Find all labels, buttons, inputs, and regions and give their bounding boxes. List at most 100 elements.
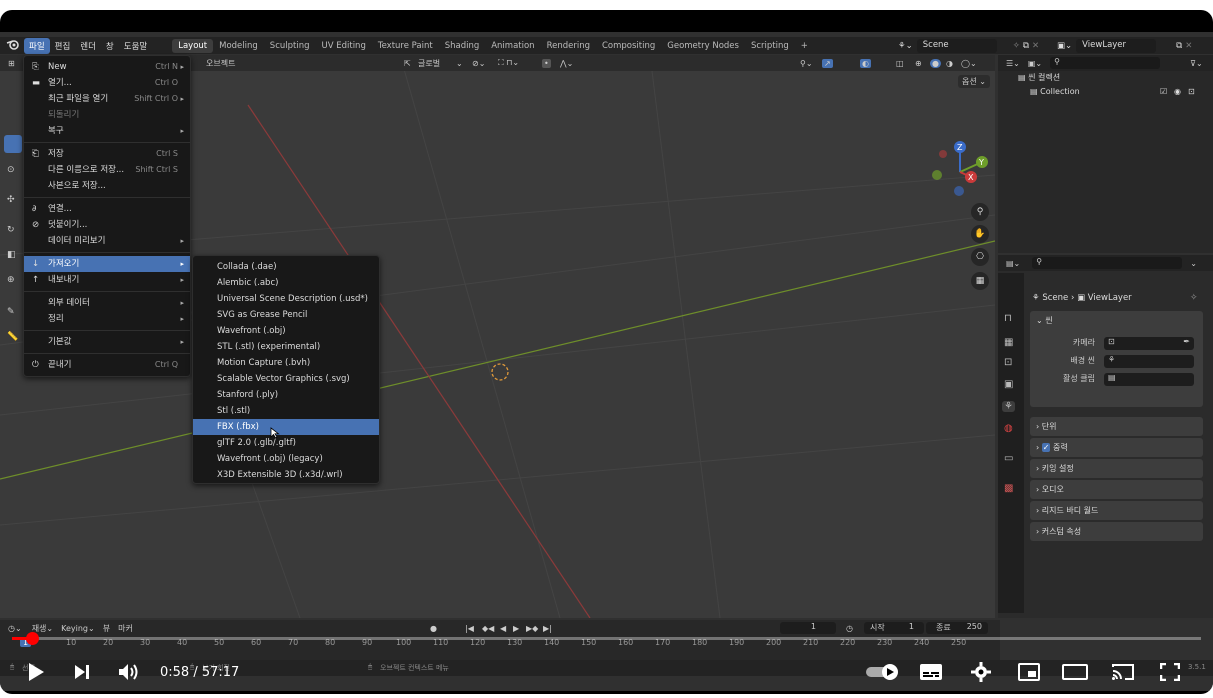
output-tab-icon[interactable]: ⊡ [1004,357,1012,368]
workspace-tab-layout[interactable]: Layout [172,38,214,53]
viewlayer-name-field[interactable]: ViewLayer [1076,38,1157,53]
custom-properties-panel[interactable]: › 커스텀 속성 [1030,522,1203,541]
blender-logo-icon[interactable] [6,38,24,53]
import-svg[interactable]: Scalable Vector Graphics (.svg) [193,371,379,387]
record-button[interactable]: ● [430,624,437,633]
menu-item-new[interactable]: ⎘ New Ctrl N ▸ [24,59,190,75]
render-tab-icon[interactable]: ▦ [1004,337,1013,348]
editor-type-icon[interactable]: ⊞ [8,59,15,68]
play-button[interactable]: ▶ [513,624,519,633]
filter-icon[interactable]: ⊽⌄ [1190,59,1203,68]
workspace-tab-animation[interactable]: Animation [485,39,540,53]
overlay-toggle-icon[interactable]: ◐ [860,58,871,68]
navigation-gizmo[interactable]: Z Y X [925,137,995,207]
display-mode-icon[interactable]: ▣⌄ [1028,59,1042,68]
workspace-tab-scripting[interactable]: Scripting [745,39,795,53]
new-scene-icon[interactable]: ⧉ [1023,41,1029,51]
menu-item-defaults[interactable]: 기본값 ▸ [24,334,190,350]
rendered-shading-icon[interactable]: ◯⌄ [961,59,977,68]
cursor-tool-icon[interactable]: ⊙ [7,165,15,175]
import-gltf[interactable]: glTF 2.0 (.glb/.gltf) [193,435,379,451]
video-player[interactable]: 파일 편집 렌더 창 도움말 Layout Modeling Sculpting… [0,10,1213,694]
pin-icon[interactable]: ✧ [1013,41,1020,51]
cast-button[interactable] [1108,650,1138,694]
visibility-icon[interactable]: ⚲⌄ [800,59,813,68]
checkbox-icon[interactable]: ☑ [1160,85,1167,99]
world-tab-icon[interactable]: ◍ [1004,423,1013,434]
move-tool-icon[interactable]: ✣ [7,195,15,205]
outliner-row-collection[interactable]: ▤ Collection ☑ ◉ ⊡ [998,85,1213,99]
annotate-tool-icon[interactable]: ✎ [7,307,15,317]
gravity-panel[interactable]: › ✓ 중력 [1030,438,1203,457]
progress-scrubber[interactable] [26,632,39,645]
background-scene-field[interactable]: ⚘ [1104,355,1194,368]
close-scene-icon[interactable]: ✕ [1032,41,1039,51]
scene-selector[interactable]: ⚘⌄ Scene ✧ ⧉ ✕ [898,38,1039,53]
camera-icon[interactable]: ⊡ [1188,85,1195,99]
transform-orientation-icon[interactable]: ⇱ [404,59,411,68]
workspace-tab-compositing[interactable]: Compositing [596,39,661,53]
end-frame-field[interactable]: 종료 250 [926,622,988,634]
next-video-button[interactable] [68,650,96,694]
video-progress-bar[interactable] [12,632,1201,645]
audio-panel[interactable]: › 오디오 [1030,480,1203,499]
clock-icon[interactable]: ◷ [846,624,853,633]
keying-menu[interactable]: Keying [61,624,88,633]
properties-editor-icon[interactable]: ▤⌄ [1006,259,1020,268]
workspace-tab-rendering[interactable]: Rendering [541,39,596,53]
options-dropdown[interactable]: 옵션 ⌄ [958,75,990,88]
close-viewlayer-icon[interactable]: ✕ [1185,41,1192,51]
tool-tab-icon[interactable]: ⊓ [1004,313,1012,324]
transform-orientation-dropdown[interactable]: 글로벌 [418,58,440,69]
outliner-row-scene-collection[interactable]: ▤ 씬 컬렉션 [998,71,1213,85]
menu-render[interactable]: 렌더 [75,38,101,54]
menu-item-append[interactable]: ⊘ 덧붙이기... [24,217,190,233]
menu-item-data-previews[interactable]: 데이터 미리보기 ▸ [24,233,190,249]
wireframe-shading-icon[interactable]: ⊕ [915,59,922,68]
menu-item-save-as[interactable]: 다른 이름으로 저장... Shift Ctrl S [24,162,190,178]
outliner-editor-icon[interactable]: ☰⌄ [1006,59,1020,68]
material-shading-icon[interactable]: ◑ [946,59,953,68]
workspace-tab-shading[interactable]: Shading [439,39,486,53]
menu-item-save-copy[interactable]: 사본으로 저장... [24,178,190,194]
menu-item-import[interactable]: ↓ 가져오기 ▸ [24,256,190,272]
proportional-edit-icon[interactable]: • [542,58,551,68]
xray-icon[interactable]: ◫ [896,59,904,68]
start-frame-field[interactable]: 시작 1 [864,622,924,634]
import-collada[interactable]: Collada (.dae) [193,259,379,275]
active-clip-field[interactable]: ▤ [1104,373,1194,386]
units-panel[interactable]: › 단위 [1030,417,1203,436]
current-frame-field[interactable]: 1 [780,622,836,634]
falloff-icon[interactable]: ⋀⌄ [560,59,573,68]
settings-button[interactable] [966,650,996,694]
gravity-checkbox[interactable]: ✓ [1041,443,1051,452]
rotate-tool-icon[interactable]: ↻ [7,225,15,235]
import-svg-grease-pencil[interactable]: SVG as Grease Pencil [193,307,379,323]
jump-end-button[interactable]: ▶| [543,624,552,633]
scene-tab-icon[interactable]: ⚘ [1002,401,1015,412]
solid-shading-icon[interactable]: ● [930,58,941,68]
pan-icon[interactable]: ✋ [971,225,989,243]
scene-name-field[interactable]: Scene [916,38,997,53]
texture-tab-icon[interactable]: ▩ [1004,483,1013,494]
play-button[interactable] [22,650,50,694]
chevron-down-icon[interactable]: ⌄ [1190,259,1197,268]
eyedropper-icon[interactable]: ✒ [1183,337,1190,346]
menu-help[interactable]: 도움말 [119,38,152,54]
theater-mode-button[interactable] [1060,650,1090,694]
menu-item-quit[interactable]: ⏻ 끝내기 Ctrl Q [24,357,190,373]
menu-item-link[interactable]: ∂ 연결... [24,201,190,217]
select-tool-icon[interactable] [4,135,22,153]
viewlayer-tab-icon[interactable]: ▣ [1004,379,1013,390]
scene-section-header[interactable]: ⌄ 씬 [1030,311,1203,330]
snap-icon[interactable]: ⛶ ⊓⌄ [498,58,519,68]
autoplay-toggle[interactable] [864,650,904,694]
measure-tool-icon[interactable]: 📏 [7,332,18,342]
menu-window[interactable]: 창 [101,38,119,54]
outliner-search-input[interactable]: ⚲ [1050,57,1161,69]
workspace-tab-modeling[interactable]: Modeling [213,39,264,53]
pivot-icon[interactable]: ⊘⌄ [472,59,485,68]
menu-item-external-data[interactable]: 외부 데이터 ▸ [24,295,190,311]
menu-item-export[interactable]: ↑ 내보내기 ▸ [24,272,190,288]
menu-file[interactable]: 파일 [24,37,50,54]
